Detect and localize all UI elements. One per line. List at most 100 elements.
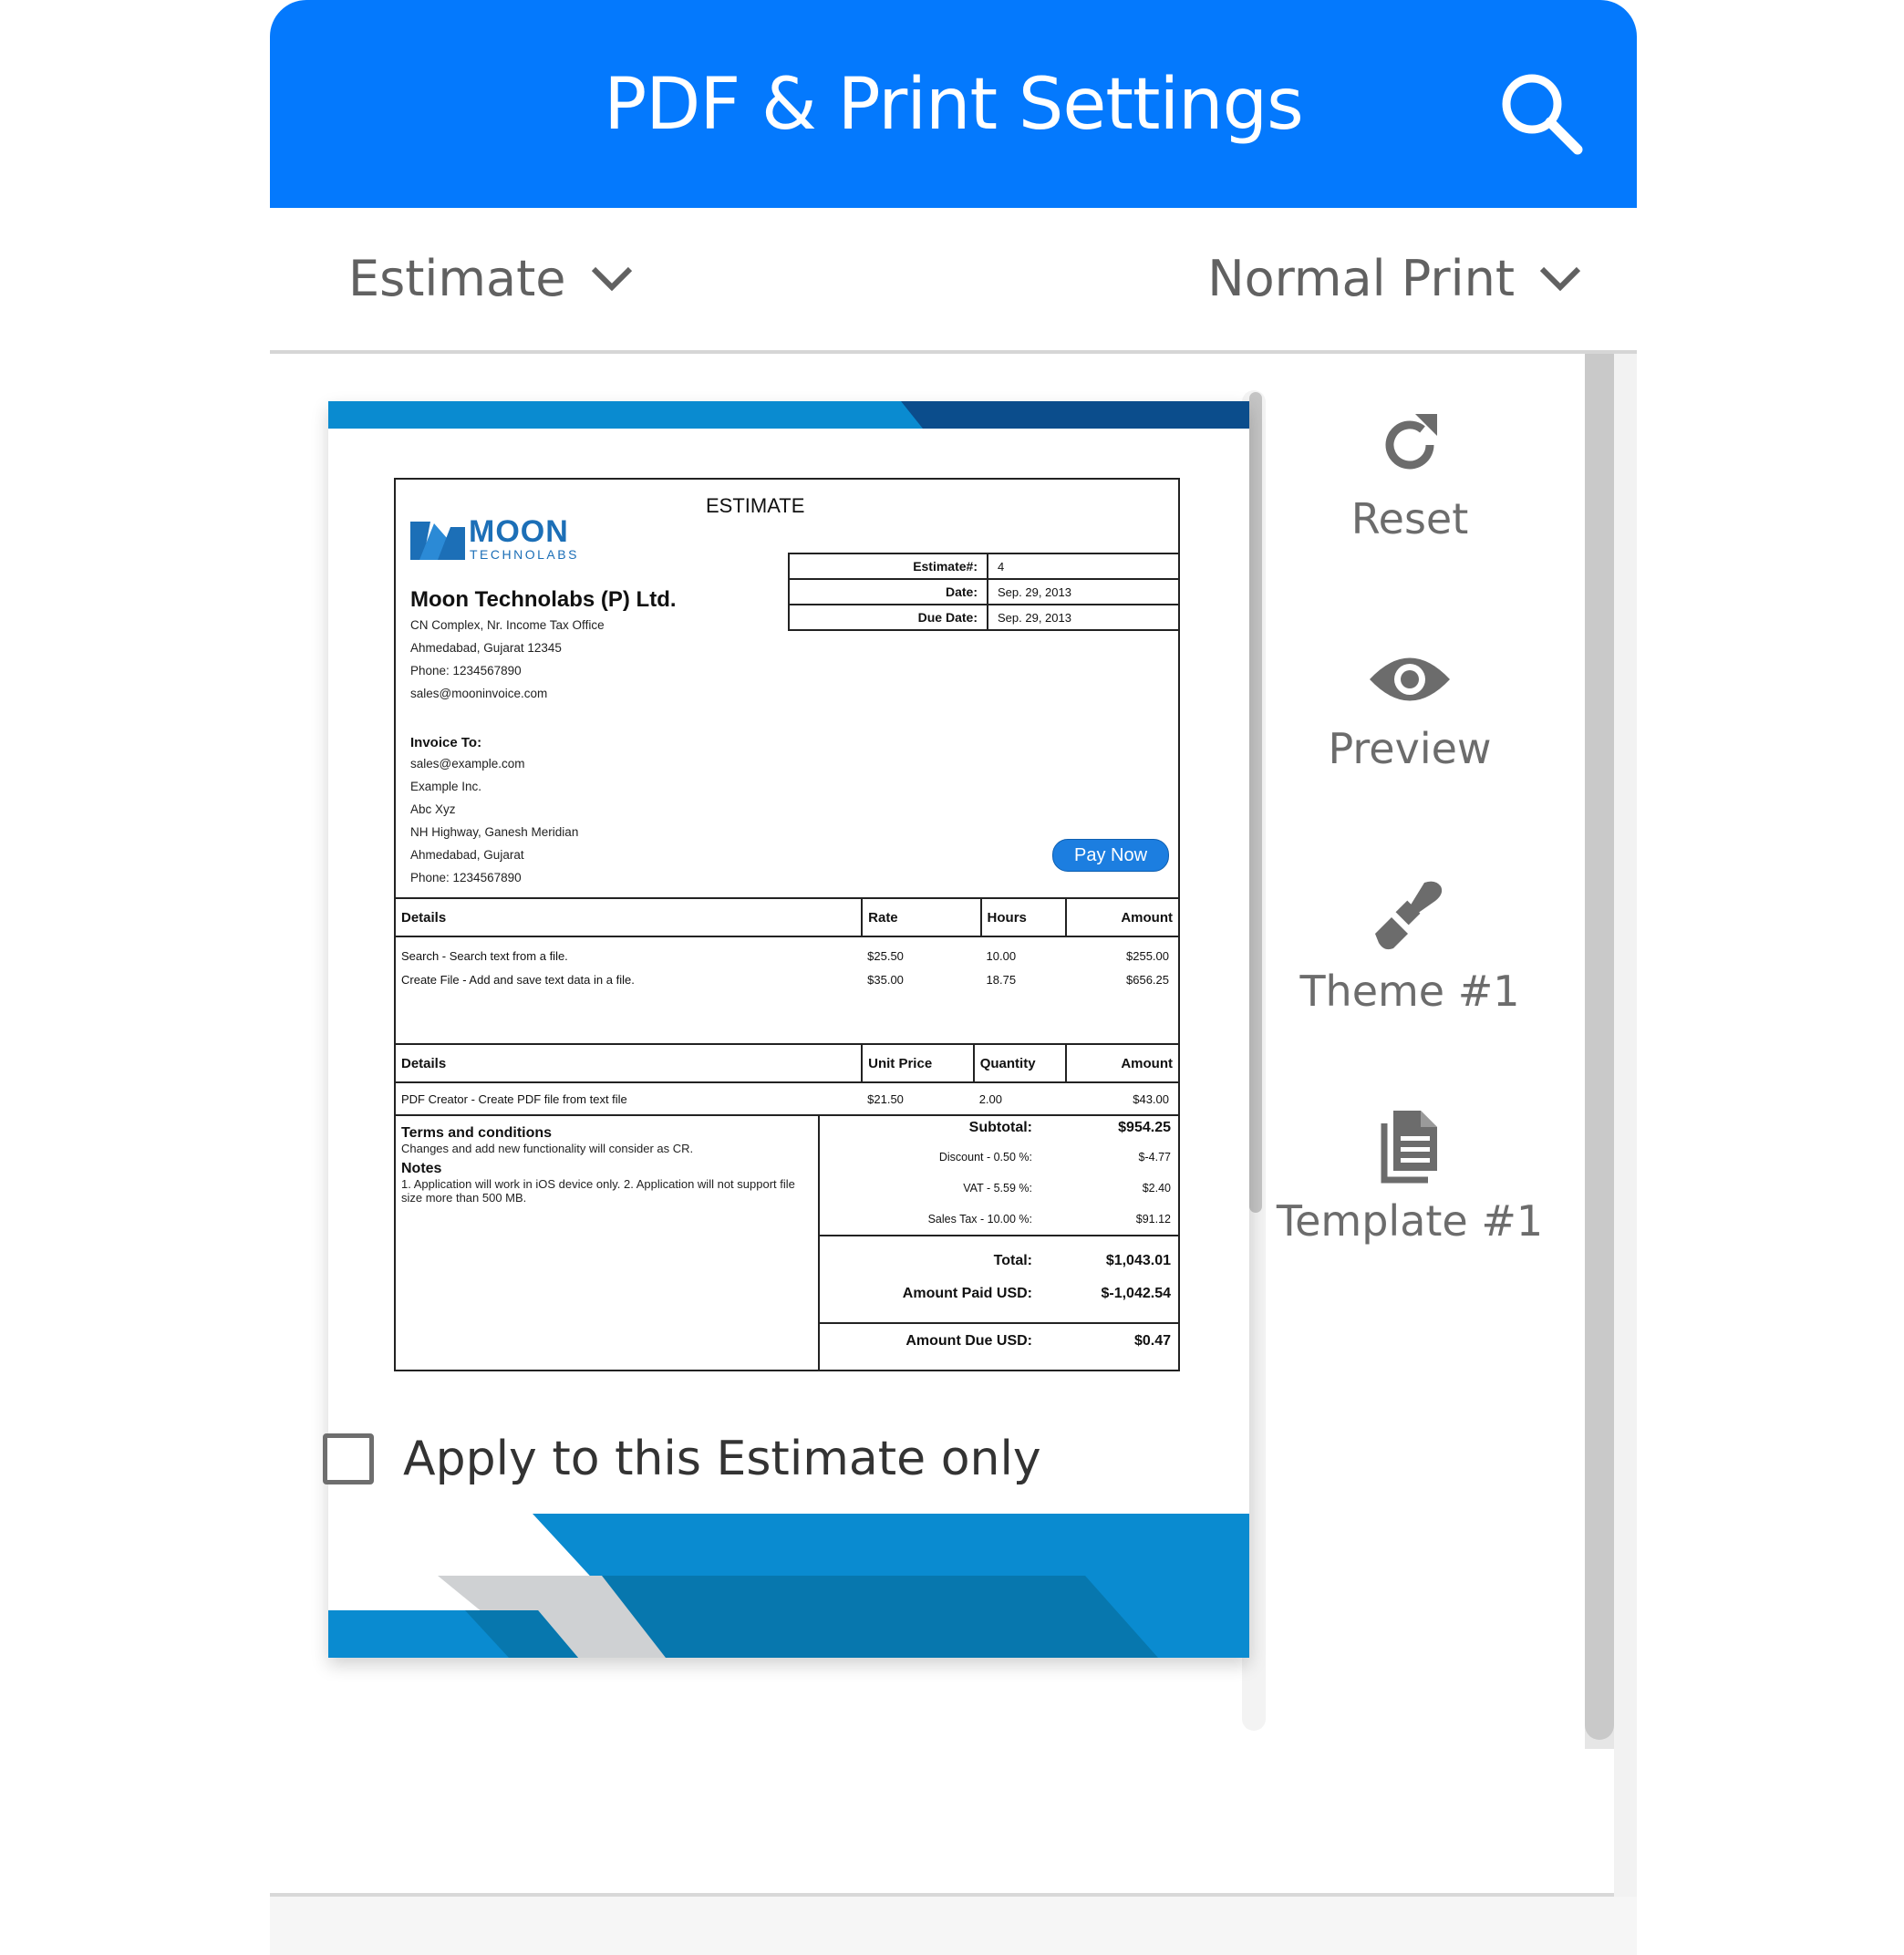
print-mode-value: Normal Print [1207,250,1515,307]
notes-text: 1. Application will work in iOS device o… [401,1177,795,1205]
company-address-1: CN Complex, Nr. Income Tax Office [410,618,605,632]
selector-bar: Estimate Normal Print [270,208,1637,350]
column-header: Rate [862,897,982,937]
amount-paid-value: $-1,042.54 [1101,1286,1171,1301]
item-detail: PDF Creator - Create PDF file from text … [401,1092,627,1106]
item-rate: $25.50 [867,949,904,963]
sales-tax-label: Sales Tax - 10.00 %: [927,1213,1032,1226]
item-detail: Create File - Add and save text data in … [401,973,635,987]
company-email: sales@mooninvoice.com [410,687,548,700]
template-button[interactable]: Template #1 [1246,1107,1574,1246]
invoice-to-label: Invoice To: [410,735,482,750]
total-label: Total: [993,1253,1032,1268]
theme-label: Theme #1 [1299,967,1520,1016]
search-button[interactable] [1492,64,1592,164]
item-rate: $35.00 [867,973,904,987]
company-name: Moon Technolabs (P) Ltd. [410,587,677,612]
document-icon [1381,1111,1437,1184]
discount-value: $-4.77 [1138,1151,1171,1164]
item-quantity: 2.00 [978,1092,1003,1106]
estimate-meta-table: Estimate#: 4 Date: Sep. 29, 2013 Due Dat… [788,553,1180,631]
preview-button[interactable]: Preview [1246,647,1574,773]
outer-scrollbar-thumb[interactable] [1585,354,1614,1740]
discount-row: Discount - 0.50 %: $-4.77 [819,1151,1178,1173]
vat-label: VAT - 5.59 %: [963,1182,1032,1195]
meta-label: Date: [788,578,988,605]
item-amount: $43.00 [1133,1092,1169,1106]
item-amount: $656.25 [1126,973,1169,987]
discount-label: Discount - 0.50 %: [938,1151,1032,1164]
column-header: Details [396,897,864,937]
client-name: Abc Xyz [410,802,456,816]
app-header: PDF & Print Settings [270,0,1637,208]
item-amount: $255.00 [1126,949,1169,963]
terms-title: Terms and conditions [401,1125,553,1141]
column-header: Amount [1066,897,1178,937]
terms-section: Terms and conditions Changes and add new… [401,1125,802,1205]
services-table: Details Rate Hours Amount Search - Searc… [396,897,1178,993]
amount-due-row: Amount Due USD: $0.47 [819,1333,1178,1355]
client-email: sales@example.com [410,757,525,771]
summary-top-rule [396,1114,1178,1116]
reset-button[interactable]: Reset [1246,409,1574,543]
paintbrush-icon [1375,881,1443,950]
theme-top-band [328,401,1249,429]
table-row: Search - Search text from a file. $25.50… [396,946,1178,969]
search-icon [1502,74,1583,155]
total-row: Total: $1,043.01 [819,1253,1178,1275]
amount-due-label: Amount Due USD: [905,1333,1032,1349]
document-type-dropdown[interactable]: Estimate [348,250,634,307]
subtotal-value: $954.25 [1118,1120,1171,1135]
sales-tax-value: $91.12 [1135,1213,1171,1226]
table-header-row: Details Unit Price Quantity Amount [396,1043,1178,1083]
products-table: Details Unit Price Quantity Amount PDF C… [396,1043,1178,1112]
pay-now-button[interactable]: Pay Now [1052,839,1169,872]
logo-subname: TECHNOLABS [470,547,579,562]
apply-checkbox[interactable] [323,1433,374,1484]
subtotal-label: Subtotal: [968,1120,1032,1135]
terms-text: Changes and add new functionality will c… [401,1142,694,1155]
client-company: Example Inc. [410,780,482,793]
column-header: Unit Price [862,1043,975,1083]
meta-label: Estimate#: [788,553,988,580]
column-header: Hours [980,897,1068,937]
client-address-2: Ahmedabad, Gujarat [410,848,524,862]
meta-row: Due Date: Sep. 29, 2013 [788,604,1180,631]
item-hours: 10.00 [986,949,1017,963]
meta-value: Sep. 29, 2013 [987,604,1180,631]
column-header: Amount [1066,1043,1178,1083]
company-phone: Phone: 1234567890 [410,664,522,678]
estimate-title: ESTIMATE [706,494,805,517]
apply-option-row[interactable]: Apply to this Estimate only [323,1427,1041,1491]
meta-row: Estimate#: 4 [788,553,1180,580]
refresh-icon [1385,414,1437,470]
side-strip [1614,354,1637,1904]
reset-label: Reset [1350,494,1469,543]
meta-value: 4 [987,553,1180,580]
action-panel: Reset Preview Theme #1 Template #1 [1246,354,1574,1266]
amount-paid-row: Amount Paid USD: $-1,042.54 [819,1286,1178,1308]
vat-row: VAT - 5.59 %: $2.40 [819,1182,1178,1204]
meta-label: Due Date: [788,604,988,631]
total-value: $1,043.01 [1105,1253,1171,1268]
chevron-down-icon [1539,266,1581,291]
vat-value: $2.40 [1142,1182,1171,1195]
eye-icon [1370,657,1450,701]
bottom-area [270,1897,1637,1955]
sales-tax-row: Sales Tax - 10.00 %: $91.12 [819,1213,1178,1235]
subtotal-row: Subtotal: $954.25 [819,1120,1178,1142]
item-hours: 18.75 [986,973,1017,987]
totals-rule [818,1235,1178,1236]
print-mode-dropdown[interactable]: Normal Print [1207,250,1582,307]
company-logo: MOON TECHNOLABS [410,514,602,564]
client-address-1: NH Highway, Ganesh Meridian [410,825,579,839]
meta-row: Date: Sep. 29, 2013 [788,578,1180,605]
theme-button[interactable]: Theme #1 [1246,877,1574,1016]
company-address-2: Ahmedabad, Gujarat 12345 [410,641,562,655]
item-detail: Search - Search text from a file. [401,949,568,963]
preview-label: Preview [1328,724,1492,773]
item-unit-price: $21.50 [867,1092,904,1106]
table-row: PDF Creator - Create PDF file from text … [396,1082,1178,1112]
table-row: Create File - Add and save text data in … [396,969,1178,993]
table-header-row: Details Rate Hours Amount [396,897,1178,937]
